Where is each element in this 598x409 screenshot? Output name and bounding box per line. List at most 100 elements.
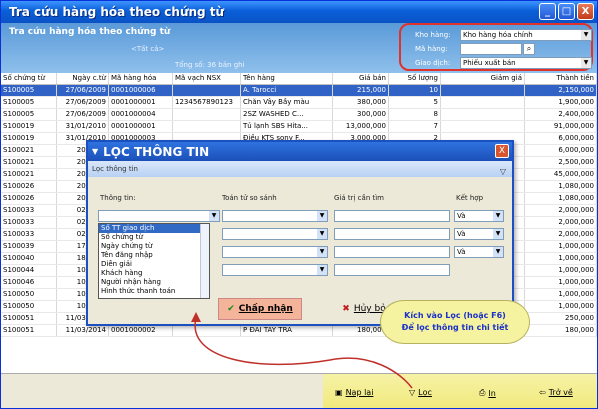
table-cell: 1,900,000	[525, 97, 597, 108]
table-row[interactable]: S100019 31/01/2010 0001000001 Tủ lạnh SBS H…	[1, 121, 597, 133]
warehouse-select[interactable]: Kho hàng hóa chính ▼	[460, 29, 592, 41]
funnel-icon[interactable]: ▽	[500, 164, 506, 180]
table-cell: 215,000	[333, 85, 389, 96]
close-icon[interactable]: X	[495, 144, 509, 158]
table-cell	[173, 109, 241, 120]
column-header[interactable]: Mã hàng hóa	[109, 73, 173, 84]
table-cell: S100021	[1, 157, 57, 168]
table-row[interactable]: S100005 27/06/2009 0001000004 2SZ WASHED C.…	[1, 109, 597, 121]
column-header[interactable]: Tên hàng	[241, 73, 333, 84]
table-cell: 0001000001	[109, 97, 173, 108]
filter-box: Kho hàng: Kho hàng hóa chính ▼ Mã hàng: …	[399, 23, 593, 71]
info-select[interactable]: ▼	[98, 210, 220, 222]
search-icon[interactable]: ⌕	[523, 43, 535, 55]
join-column-label: Kết hợp	[456, 194, 484, 202]
dialog-subtitle: Lọc thông tin	[92, 165, 138, 173]
table-cell: S100033	[1, 217, 57, 228]
join-select[interactable]: Và ▼	[454, 228, 504, 240]
value-input[interactable]	[334, 228, 450, 240]
list-item[interactable]: Khách hàng	[99, 269, 209, 278]
minimize-button[interactable]: _	[539, 3, 556, 20]
operator-select[interactable]: ▼	[222, 264, 328, 276]
table-cell: S100026	[1, 193, 57, 204]
column-header[interactable]: Thành tiền	[525, 73, 597, 84]
table-cell: S100033	[1, 229, 57, 240]
scrollbar[interactable]	[200, 224, 209, 298]
join-select[interactable]: Và ▼	[454, 210, 504, 222]
list-item[interactable]: Số chứng từ	[99, 233, 209, 242]
all-filter-link[interactable]: <Tất cả>	[131, 45, 164, 53]
table-cell: 2,000,000	[525, 229, 597, 240]
table-cell: 2,000,000	[525, 217, 597, 228]
table-cell: 1,000,000	[525, 289, 597, 300]
column-header[interactable]: Số lượng	[389, 73, 441, 84]
table-cell: 27/06/2009	[57, 109, 109, 120]
column-header[interactable]: Giá bán	[333, 73, 389, 84]
column-header[interactable]: Mã vạch NSX	[173, 73, 241, 84]
code-label: Mã hàng:	[415, 45, 448, 53]
column-header[interactable]: Ngày c.từ	[57, 73, 109, 84]
hint-callout: Kích vào Lọc (hoặc F6) Để lọc thông tin …	[380, 300, 530, 344]
table-cell	[441, 97, 525, 108]
table-cell	[441, 121, 525, 132]
maximize-button[interactable]: □	[558, 3, 575, 20]
info-options-list[interactable]: Số TT giao dịch Số chứng từ Ngày chứng từ T…	[98, 223, 210, 299]
reload-button[interactable]: ▣ Nạp lại	[335, 388, 373, 397]
chevron-down-icon: ▼	[493, 247, 503, 257]
list-item[interactable]: Hình thức thanh toán	[99, 287, 209, 296]
value-column-label: Giá trị cần tìm	[334, 194, 384, 202]
list-item[interactable]: Diễn giải	[99, 260, 209, 269]
ok-button[interactable]: ✔ Chấp nhận	[218, 298, 302, 320]
list-item[interactable]: Ngày chứng từ	[99, 242, 209, 251]
print-button[interactable]: ⎙ In	[479, 388, 496, 398]
transaction-select[interactable]: Phiếu xuất bán ▼	[460, 57, 592, 69]
list-item[interactable]: Tên đăng nhập	[99, 251, 209, 260]
table-cell: S100026	[1, 181, 57, 192]
list-item[interactable]: Người nhận hàng	[99, 278, 209, 287]
table-cell: 2SZ WASHED C...	[241, 109, 333, 120]
table-cell: S100050	[1, 289, 57, 300]
table-cell	[441, 85, 525, 96]
dialog-subtitle-bar: Lọc thông tin ▽	[88, 161, 512, 177]
filter-dialog: ▼ LỌC THÔNG TIN X Lọc thông tin ▽ Thông …	[86, 140, 514, 326]
value-input[interactable]	[334, 264, 450, 276]
table-cell: 1,080,000	[525, 193, 597, 204]
chevron-down-icon: ▼	[581, 30, 591, 40]
dialog-title-bar: ▼ LỌC THÔNG TIN X	[88, 142, 512, 161]
back-button[interactable]: ⇦ Trở về	[539, 388, 573, 397]
table-cell: S100039	[1, 241, 57, 252]
table-cell: 8	[389, 109, 441, 120]
table-cell: 45,000,000	[525, 169, 597, 180]
table-cell: 2,000,000	[525, 205, 597, 216]
table-cell: S100044	[1, 265, 57, 276]
operator-select[interactable]: ▼	[222, 228, 328, 240]
table-cell: S100051	[1, 313, 57, 324]
table-cell: S100005	[1, 109, 57, 120]
code-input[interactable]	[460, 43, 522, 55]
value-input[interactable]	[334, 246, 450, 258]
header-title: Tra cứu hàng hóa theo chứng từ	[9, 27, 171, 37]
table-cell: Tủ lạnh SBS Hita...	[241, 121, 333, 132]
column-header[interactable]: Giảm giá	[441, 73, 525, 84]
table-cell: S100005	[1, 85, 57, 96]
table-cell: S100040	[1, 253, 57, 264]
value-input[interactable]	[334, 210, 450, 222]
table-cell: S100051	[1, 325, 57, 336]
table-cell: 2,400,000	[525, 109, 597, 120]
table-cell: S100050	[1, 301, 57, 312]
filter-button[interactable]: ▽ Lọc	[409, 388, 432, 397]
table-cell: S100046	[1, 277, 57, 288]
table-cell: A. Tarocci	[241, 85, 333, 96]
join-select[interactable]: Và ▼	[454, 246, 504, 258]
column-header[interactable]: Số chứng từ	[1, 73, 57, 84]
list-item[interactable]: Số TT giao dịch	[99, 224, 209, 233]
table-cell	[441, 109, 525, 120]
table-cell: 0001000004	[109, 109, 173, 120]
close-button[interactable]: X	[577, 3, 594, 20]
operator-select[interactable]: ▼	[222, 210, 328, 222]
table-cell: 5	[389, 97, 441, 108]
table-cell: 2,150,000	[525, 85, 597, 96]
table-row[interactable]: S100005 27/06/2009 0001000001 1234567890123…	[1, 97, 597, 109]
operator-select[interactable]: ▼	[222, 246, 328, 258]
table-row[interactable]: S100005 27/06/2009 0001000006 A. Tarocci 215…	[1, 85, 597, 97]
